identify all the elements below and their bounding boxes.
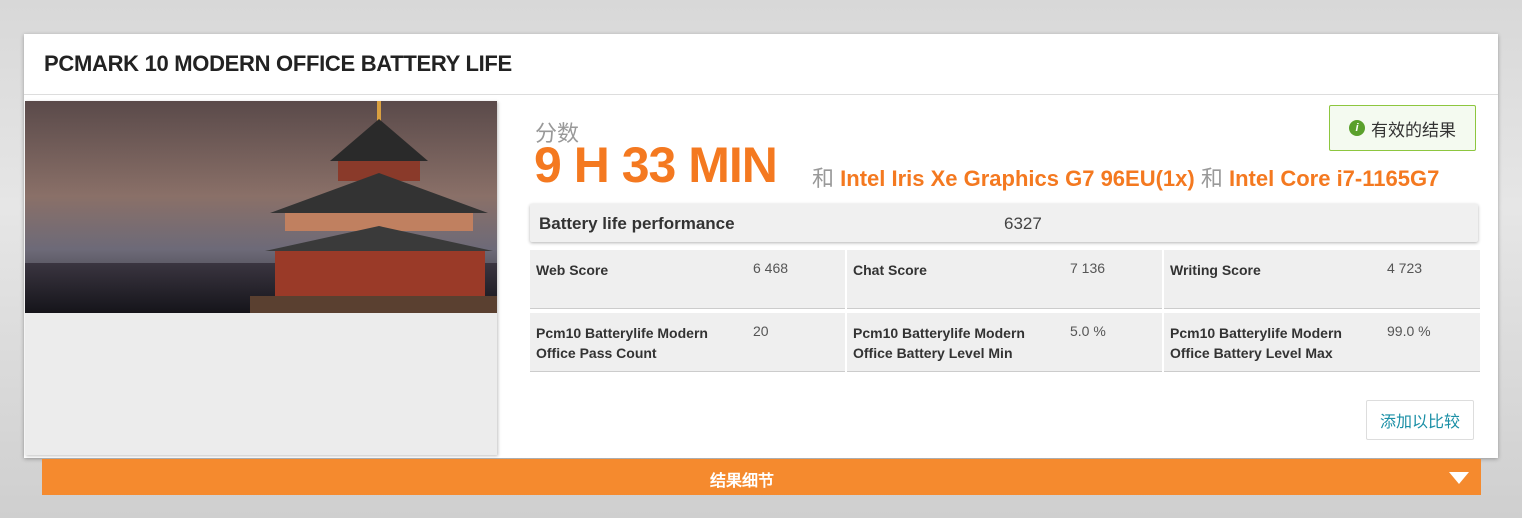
subscore-cell: Web Score 6 468 — [530, 250, 845, 309]
performance-row: Battery life performance 6327 — [530, 204, 1478, 242]
and-text: 和 — [812, 166, 835, 191]
result-details-bar[interactable]: 结果细节 — [42, 459, 1481, 495]
score-value: 9 H 33 MIN — [534, 137, 778, 193]
result-card: PCMARK 10 MODERN OFFICE BATTERY LIFE 分数 … — [24, 34, 1498, 458]
hardware-info: 和 Intel Iris Xe Graphics G7 96EU(1x) 和 I… — [812, 161, 1439, 193]
subscore-value: 5.0 % — [1070, 323, 1106, 339]
subscore-name: Web Score — [536, 262, 609, 278]
subscore-cell: Writing Score 4 723 — [1164, 250, 1480, 309]
performance-name: Battery life performance — [539, 214, 735, 233]
card-title: PCMARK 10 MODERN OFFICE BATTERY LIFE — [44, 51, 512, 76]
subscore-name: Chat Score — [853, 262, 927, 278]
chevron-down-icon[interactable] — [1449, 472, 1469, 484]
subscore-value: 99.0 % — [1387, 323, 1431, 339]
result-details-label: 结果细节 — [710, 473, 775, 490]
valid-result-badge[interactable]: i 有效的结果 — [1329, 105, 1476, 151]
subscore-cell: Pcm10 Batterylife Modern Office Pass Cou… — [530, 313, 845, 372]
subscore-name: Pcm10 Batterylife Modern Office Battery … — [1170, 325, 1342, 361]
cpu-link[interactable]: Intel Core i7-1165G7 — [1229, 166, 1439, 191]
subscore-name: Writing Score — [1170, 262, 1261, 278]
add-to-compare-button[interactable]: 添加以比较 — [1366, 400, 1474, 440]
subscore-value: 7 136 — [1070, 260, 1106, 276]
pagoda-image — [250, 101, 497, 313]
subscore-cell: Pcm10 Batterylife Modern Office Battery … — [847, 313, 1162, 372]
subscore-name: Pcm10 Batterylife Modern Office Pass Cou… — [536, 325, 708, 361]
info-icon: i — [1349, 120, 1365, 136]
subscore-cell: Chat Score 7 136 — [847, 250, 1162, 309]
subscore-cell: Pcm10 Batterylife Modern Office Battery … — [1164, 313, 1480, 372]
subscore-value: 20 — [753, 323, 769, 339]
and-text: 和 — [1200, 166, 1223, 191]
subscore-grid: Web Score 6 468 Chat Score 7 136 Writing S… — [530, 250, 1480, 372]
valid-result-label: 有效的结果 — [1371, 120, 1456, 140]
benchmark-image-panel — [25, 101, 497, 455]
subscore-name: Pcm10 Batterylife Modern Office Battery … — [853, 325, 1025, 361]
gpu-link[interactable]: Intel Iris Xe Graphics G7 96EU(1x) — [840, 166, 1195, 191]
subscore-value: 6 468 — [753, 260, 789, 276]
divider — [24, 94, 1498, 95]
subscore-value: 4 723 — [1387, 260, 1423, 276]
benchmark-photo — [25, 101, 497, 313]
performance-value: 6327 — [1004, 214, 1042, 233]
